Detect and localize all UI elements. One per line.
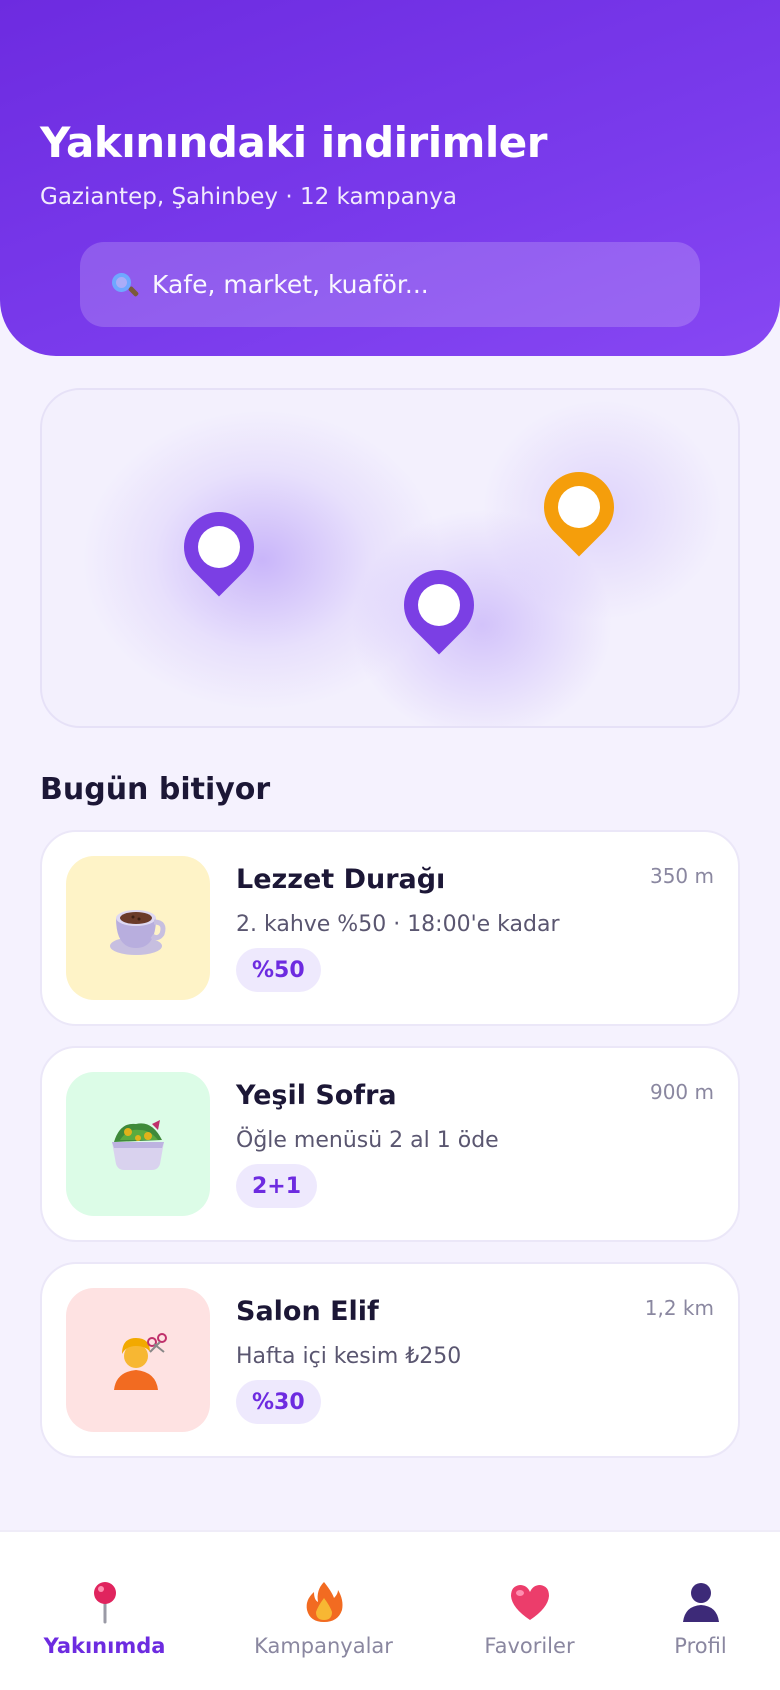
search-bar[interactable] xyxy=(80,242,700,327)
deal-distance: 1,2 km xyxy=(644,1296,714,1320)
bottom-navigation: Yakınımda Kampanyalar Favoriler Profil xyxy=(0,1530,780,1690)
nav-label: Yakınımda xyxy=(43,1634,166,1658)
deal-card[interactable]: Lezzet Durağı 2. kahve %50 · 18:00'e kad… xyxy=(40,830,740,1026)
heart-icon xyxy=(508,1580,552,1624)
deal-name: Lezzet Durağı xyxy=(236,864,446,895)
deal-distance: 900 m xyxy=(649,1080,714,1104)
header: Yakınındaki indirimler Gaziantep, Şahinb… xyxy=(0,0,780,356)
deal-name: Yeşil Sofra xyxy=(236,1080,397,1111)
salad-bowl-icon xyxy=(112,1120,164,1170)
section-title: Bugün bitiyor xyxy=(40,772,271,807)
deal-card[interactable]: Yeşil Sofra Öğle menüsü 2 al 1 öde 900 m… xyxy=(40,1046,740,1242)
deal-distance: 350 m xyxy=(649,864,714,888)
discount-badge: %50 xyxy=(236,948,321,992)
app-screen: Yakınındaki indirimler Gaziantep, Şahinb… xyxy=(0,0,780,1690)
coffee-cup-icon xyxy=(110,910,166,955)
deal-description: Öğle menüsü 2 al 1 öde xyxy=(236,1128,499,1153)
location-subtitle: Gaziantep, Şahinbey · 12 kampanya xyxy=(40,184,457,210)
page-title: Yakınındaki indirimler xyxy=(40,118,548,167)
person-icon xyxy=(679,1580,723,1624)
deal-thumbnail xyxy=(66,1072,210,1216)
nav-item-favorites[interactable]: Favoriler xyxy=(432,1532,627,1690)
deal-name: Salon Elif xyxy=(236,1296,379,1327)
nav-label: Profil xyxy=(674,1634,727,1658)
discount-badge: 2+1 xyxy=(236,1164,318,1208)
deal-card[interactable]: Salon Elif Hafta içi kesim ₺250 1,2 km %… xyxy=(40,1262,740,1458)
fire-icon xyxy=(302,1580,346,1624)
map-pin-icon[interactable] xyxy=(529,457,629,557)
nav-item-campaigns[interactable]: Kampanyalar xyxy=(226,1532,421,1690)
discount-badge: %30 xyxy=(236,1380,321,1424)
nav-item-nearby[interactable]: Yakınımda xyxy=(7,1532,202,1690)
deal-thumbnail xyxy=(66,856,210,1000)
search-input[interactable] xyxy=(152,270,672,299)
nav-label: Favoriler xyxy=(484,1634,575,1658)
deal-thumbnail xyxy=(66,1288,210,1432)
deals-map[interactable] xyxy=(40,388,740,728)
map-pin-icon[interactable] xyxy=(389,555,489,655)
nav-item-profile[interactable]: Profil xyxy=(603,1532,780,1690)
map-pin-icon[interactable] xyxy=(169,497,269,597)
map-pin-icon xyxy=(83,1580,127,1624)
nav-label: Kampanyalar xyxy=(254,1634,393,1658)
deal-description: Hafta içi kesim ₺250 xyxy=(236,1344,462,1369)
haircut-person-icon xyxy=(114,1333,167,1390)
search-icon xyxy=(110,271,140,299)
deal-description: 2. kahve %50 · 18:00'e kadar xyxy=(236,912,560,937)
